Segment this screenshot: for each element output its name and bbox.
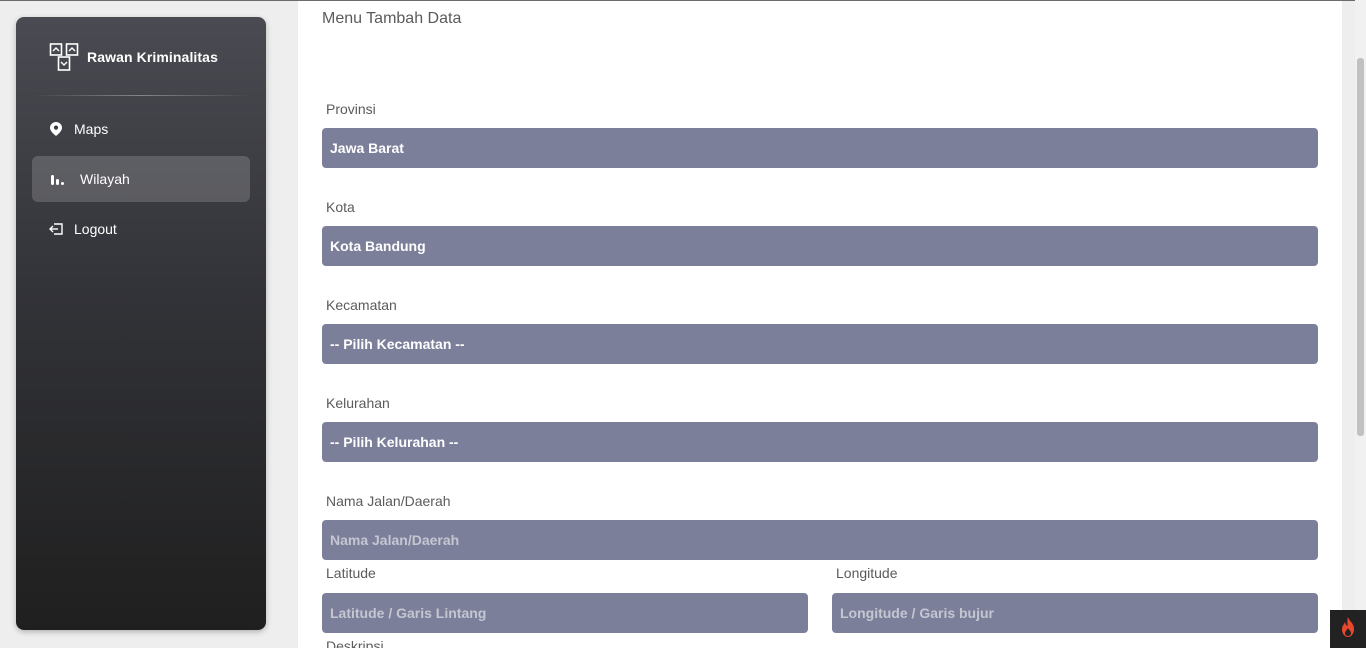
sidebar-item-label: Wilayah <box>80 171 130 187</box>
kelurahan-label: Kelurahan <box>326 395 390 411</box>
scrollbar-thumb[interactable] <box>1357 58 1364 436</box>
sidebar: Rawan Kriminalitas Maps Wilayah Logout <box>16 17 266 630</box>
sidebar-item-label: Logout <box>74 221 117 237</box>
kota-label: Kota <box>326 199 355 215</box>
brand-name: Rawan Kriminalitas <box>87 49 218 65</box>
latitude-label: Latitude <box>326 565 376 581</box>
provinsi-label: Provinsi <box>326 101 376 117</box>
provinsi-select[interactable]: Jawa Barat <box>322 128 1318 168</box>
jalan-label: Nama Jalan/Daerah <box>326 493 451 509</box>
bar-chart-icon <box>50 171 66 187</box>
sidebar-item-logout[interactable]: Logout <box>32 206 250 252</box>
page-scrollbar[interactable] <box>1355 0 1366 648</box>
flame-icon <box>1340 616 1356 642</box>
logout-icon <box>48 221 64 237</box>
sidebar-item-wilayah[interactable]: Wilayah <box>32 156 250 202</box>
brand-logo-icon <box>49 43 79 71</box>
debug-toolbar-button[interactable] <box>1330 610 1366 648</box>
longitude-input[interactable] <box>832 593 1318 633</box>
kecamatan-label: Kecamatan <box>326 297 397 313</box>
deskripsi-label: Deskripsi <box>326 638 384 648</box>
kecamatan-select[interactable]: -- Pilih Kecamatan -- <box>322 324 1318 364</box>
map-pin-icon <box>48 121 64 137</box>
jalan-input[interactable] <box>322 520 1318 560</box>
kelurahan-select[interactable]: -- Pilih Kelurahan -- <box>322 422 1318 462</box>
brand[interactable]: Rawan Kriminalitas <box>49 42 218 72</box>
page-title: Menu Tambah Data <box>322 10 462 27</box>
main-panel: Menu Tambah Data Provinsi Jawa Barat Kot… <box>298 1 1342 648</box>
sidebar-item-label: Maps <box>74 121 109 137</box>
sidebar-item-maps[interactable]: Maps <box>32 106 250 152</box>
longitude-label: Longitude <box>836 565 898 581</box>
kota-select[interactable]: Kota Bandung <box>322 226 1318 266</box>
latitude-input[interactable] <box>322 593 808 633</box>
brand-divider <box>32 95 250 96</box>
